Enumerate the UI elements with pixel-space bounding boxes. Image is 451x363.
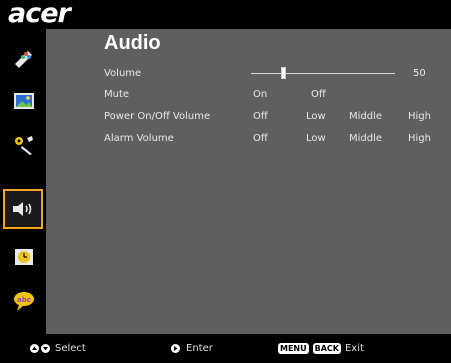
up-button-icon xyxy=(30,344,39,353)
footer-hints: Select Enter MENU BACK Exit xyxy=(0,334,451,363)
color-icon xyxy=(15,51,32,68)
brand-logo: acer xyxy=(8,0,71,29)
language-icon: abc xyxy=(14,292,34,311)
power-volume-option-off[interactable]: Off xyxy=(253,109,268,125)
sidebar-item-language[interactable]: abc xyxy=(4,283,44,319)
mute-label: Mute xyxy=(104,89,130,100)
alarm-volume-option-low[interactable]: Low xyxy=(306,131,326,147)
down-button-icon xyxy=(41,344,50,353)
volume-value: 50 xyxy=(413,68,426,79)
hint-enter: Enter xyxy=(171,342,213,355)
page-title: Audio xyxy=(104,32,161,54)
mute-option-off[interactable]: Off xyxy=(311,87,326,103)
volume-label: Volume xyxy=(104,68,142,79)
sidebar-item-image[interactable] xyxy=(4,83,44,119)
menu-sidebar: abc xyxy=(0,29,46,334)
volume-slider[interactable] xyxy=(251,73,395,74)
alarm-volume-option-middle[interactable]: Middle xyxy=(349,131,382,147)
audio-icon xyxy=(13,202,32,216)
alarm-volume-option-high[interactable]: High xyxy=(408,131,431,147)
alarm-volume-label: Alarm Volume xyxy=(104,133,174,144)
sidebar-item-color[interactable] xyxy=(4,39,44,75)
power-volume-option-middle[interactable]: Middle xyxy=(349,109,382,125)
menu-key-icon: MENU xyxy=(278,343,309,354)
sidebar-item-timer[interactable] xyxy=(4,239,44,275)
hint-select-label: Select xyxy=(55,343,86,354)
right-button-icon xyxy=(171,344,180,353)
hint-enter-label: Enter xyxy=(186,343,213,354)
sidebar-item-audio[interactable] xyxy=(3,189,43,229)
power-volume-label: Power On/Off Volume xyxy=(104,111,211,122)
timer-icon xyxy=(15,249,33,265)
image-icon xyxy=(14,93,34,109)
hint-select: Select xyxy=(30,342,86,355)
volume-slider-thumb[interactable] xyxy=(281,67,286,79)
back-key-icon: BACK xyxy=(312,343,341,354)
mute-option-on[interactable]: On xyxy=(253,87,267,103)
hint-exit: MENU BACK Exit xyxy=(278,342,364,355)
osd-window: acer abc Audio Volume 50 Mute On Off Pow… xyxy=(0,0,451,363)
power-volume-option-low[interactable]: Low xyxy=(306,109,326,125)
audio-panel: Audio Volume 50 Mute On Off Power On/Off… xyxy=(46,29,451,334)
power-volume-option-high[interactable]: High xyxy=(408,109,431,125)
alarm-volume-option-off[interactable]: Off xyxy=(253,131,268,147)
hint-exit-label: Exit xyxy=(344,343,364,354)
settings-icon xyxy=(15,136,33,155)
svg-text:abc: abc xyxy=(17,296,31,304)
sidebar-item-settings[interactable] xyxy=(4,127,44,163)
